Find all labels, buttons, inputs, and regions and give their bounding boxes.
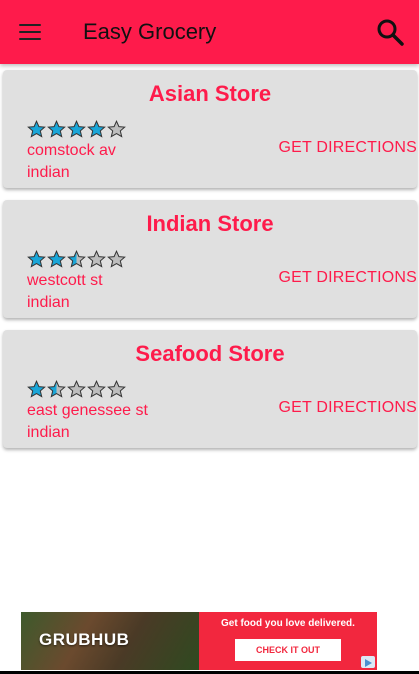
store-name: Seafood Store (135, 341, 285, 366)
ad-tagline: Get food you love delivered. (221, 618, 355, 629)
star-empty-icon (87, 380, 106, 398)
star-filled-icon (47, 120, 66, 138)
hamburger-menu-icon[interactable] (19, 22, 43, 40)
ad-cta-button[interactable]: CHECK IT OUT (235, 639, 341, 661)
get-directions-button[interactable]: GET DIRECTIONS (278, 399, 417, 417)
star-filled-icon (27, 120, 46, 138)
store-cuisine: indian (27, 294, 70, 311)
star-empty-icon (107, 120, 126, 138)
ad-banner[interactable]: GRUBHUB Get food you love delivered. CHE… (21, 612, 377, 670)
store-card[interactable]: Seafood Store east genessee st indian GE… (3, 330, 417, 448)
store-address: westcott st (27, 272, 103, 289)
star-half-icon (47, 380, 66, 398)
star-half-icon (67, 250, 86, 268)
star-filled-icon (27, 250, 46, 268)
star-filled-icon (47, 250, 66, 268)
store-name: Indian Store (146, 211, 274, 236)
star-empty-icon (87, 250, 106, 268)
star-empty-icon (67, 380, 86, 398)
store-card[interactable]: Indian Store westcott st indian GET DIRE… (3, 200, 417, 318)
star-filled-icon (67, 120, 86, 138)
store-cuisine: indian (27, 164, 70, 181)
store-address: comstock av (27, 142, 116, 159)
store-cuisine: indian (27, 424, 70, 441)
app-title: Easy Grocery (83, 19, 217, 44)
ad-food-image: GRUBHUB (21, 612, 199, 670)
get-directions-button[interactable]: GET DIRECTIONS (278, 269, 417, 287)
store-card[interactable]: Asian Store comstock av indian GET DIREC… (3, 70, 417, 188)
star-rating (27, 380, 126, 399)
store-name: Asian Store (148, 81, 272, 106)
star-filled-icon (87, 120, 106, 138)
search-icon[interactable] (375, 17, 405, 47)
star-empty-icon (107, 380, 126, 398)
get-directions-button[interactable]: GET DIRECTIONS (278, 139, 417, 157)
ad-message-panel: Get food you love delivered. CHECK IT OU… (199, 612, 377, 670)
star-rating (27, 120, 126, 139)
store-address: east genessee st (27, 402, 148, 419)
star-filled-icon (27, 380, 46, 398)
star-rating (27, 250, 126, 269)
star-empty-icon (107, 250, 126, 268)
ad-choices-icon[interactable] (361, 656, 375, 668)
app-bar: Easy Grocery (0, 0, 419, 64)
ad-brand-logo: GRUBHUB (39, 630, 130, 649)
